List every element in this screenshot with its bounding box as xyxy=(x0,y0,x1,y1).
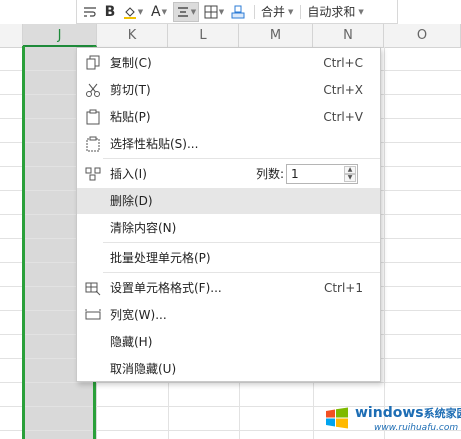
insert-cells-icon xyxy=(85,167,101,181)
column-count-label: 列数: xyxy=(256,167,285,181)
menu-item-paste-special[interactable]: 选择性粘贴(S)... xyxy=(77,131,380,157)
wrap-text-button[interactable] xyxy=(81,2,99,22)
chevron-down-icon: ▼ xyxy=(288,7,294,16)
column-header-n[interactable]: N xyxy=(313,24,384,47)
menu-item-copy[interactable]: 复制(C) Ctrl+C xyxy=(77,50,380,76)
copy-icon xyxy=(86,55,100,70)
menu-item-shortcut: Ctrl+1 xyxy=(323,281,363,295)
column-header-blank xyxy=(0,24,23,47)
menu-item-unhide[interactable]: 取消隐藏(U) xyxy=(77,356,380,382)
paste-special-icon xyxy=(86,136,100,152)
bold-button[interactable]: B xyxy=(102,2,118,22)
column-header-o[interactable]: O xyxy=(384,24,461,47)
column-header-j[interactable]: J xyxy=(23,24,97,47)
watermark: windows系统家园 www.ruihuafu.com xyxy=(322,403,461,436)
column-header-l[interactable]: L xyxy=(168,24,239,47)
windows-logo-icon xyxy=(326,407,348,429)
menu-item-insert[interactable]: 插入(I) 列数: 1 ▲ ▼ xyxy=(77,161,380,187)
menu-separator xyxy=(103,158,380,159)
mini-toolbar: B ▼ A ▼ ▼ ▼ 合并 ▼ 自动求和 ▼ xyxy=(76,0,398,24)
stepper-down-icon[interactable]: ▼ xyxy=(344,174,356,182)
menu-item-label: 粘贴(P) xyxy=(110,110,151,124)
column-count-value[interactable]: 1 xyxy=(291,165,299,183)
column-header-k[interactable]: K xyxy=(97,24,168,47)
align-button[interactable]: ▼ xyxy=(173,1,199,22)
menu-item-label: 复制(C) xyxy=(110,56,152,70)
menu-separator xyxy=(103,272,380,273)
chevron-down-icon: ▼ xyxy=(218,7,225,16)
border-grid-icon xyxy=(204,5,218,18)
clipboard-icon xyxy=(86,109,100,125)
chevron-down-icon: ▼ xyxy=(137,7,144,16)
menu-item-label: 删除(D) xyxy=(110,194,153,208)
menu-item-paste[interactable]: 粘贴(P) Ctrl+V xyxy=(77,104,380,130)
toolbar-separator xyxy=(300,4,302,19)
merge-label: 合并 xyxy=(261,5,286,19)
context-menu: 复制(C) Ctrl+C 剪切(T) Ctrl+X 粘贴(P) Ctrl+V 选… xyxy=(76,47,381,382)
menu-item-label: 清除内容(N) xyxy=(110,221,177,235)
menu-item-cut[interactable]: 剪切(T) Ctrl+X xyxy=(77,77,380,103)
menu-item-batch-process[interactable]: 批量处理单元格(P) xyxy=(77,245,380,271)
grid-line xyxy=(384,47,385,439)
font-color-button[interactable]: A ▼ xyxy=(148,2,170,22)
column-header-m[interactable]: M xyxy=(239,24,313,47)
watermark-url: www.ruihuafu.com xyxy=(374,423,459,433)
menu-item-label: 批量处理单元格(P) xyxy=(110,251,211,265)
menu-item-label: 隐藏(H) xyxy=(110,335,153,349)
merge-button[interactable]: 合并 ▼ xyxy=(259,2,293,22)
menu-item-label: 取消隐藏(U) xyxy=(110,362,177,376)
border-button[interactable]: ▼ xyxy=(202,2,226,22)
scissors-icon xyxy=(86,83,100,97)
column-width-icon xyxy=(85,309,101,320)
chevron-down-icon: ▼ xyxy=(190,7,197,16)
menu-item-hide[interactable]: 隐藏(H) xyxy=(77,329,380,355)
watermark-title-en: windows xyxy=(355,405,424,421)
font-color-glyph: A xyxy=(151,3,161,20)
chevron-down-icon: ▼ xyxy=(161,7,167,16)
menu-item-format-cells[interactable]: 设置单元格格式(F)... Ctrl+1 xyxy=(77,275,380,301)
watermark-title: windows系统家园 xyxy=(355,405,461,421)
menu-item-column-width[interactable]: 列宽(W)... xyxy=(77,302,380,328)
format-cells-icon xyxy=(85,282,101,296)
watermark-title-cn: 系统家园 xyxy=(423,407,461,420)
chevron-down-icon: ▼ xyxy=(358,7,364,16)
wrap-text-icon xyxy=(84,6,96,17)
menu-item-label: 设置单元格格式(F)... xyxy=(110,281,222,295)
menu-item-label: 列宽(W)... xyxy=(110,308,167,322)
format-painter-button[interactable] xyxy=(229,2,247,22)
stepper-up-icon[interactable]: ▲ xyxy=(344,166,356,174)
menu-item-shortcut: Ctrl+X xyxy=(323,83,363,97)
menu-item-label: 选择性粘贴(S)... xyxy=(110,137,199,151)
autosum-label: 自动求和 xyxy=(307,5,356,19)
menu-item-shortcut: Ctrl+V xyxy=(323,110,363,124)
menu-item-clear-contents[interactable]: 清除内容(N) xyxy=(77,215,380,241)
menu-item-label: 剪切(T) xyxy=(110,83,151,97)
menu-item-delete[interactable]: 删除(D) xyxy=(77,188,380,214)
paint-bucket-icon xyxy=(123,6,136,19)
toolbar-separator xyxy=(254,4,255,19)
menu-item-label: 插入(I) xyxy=(110,167,147,181)
column-count-stepper[interactable]: 1 ▲ ▼ xyxy=(286,164,358,184)
menu-separator xyxy=(103,242,380,243)
menu-item-shortcut: Ctrl+C xyxy=(323,56,363,70)
autosum-button[interactable]: 自动求和 ▼ xyxy=(305,2,363,22)
format-painter-icon xyxy=(231,5,245,18)
column-header-row: J K L M N O xyxy=(0,24,461,48)
align-center-icon xyxy=(177,6,188,17)
fill-color-button[interactable]: ▼ xyxy=(121,2,145,22)
